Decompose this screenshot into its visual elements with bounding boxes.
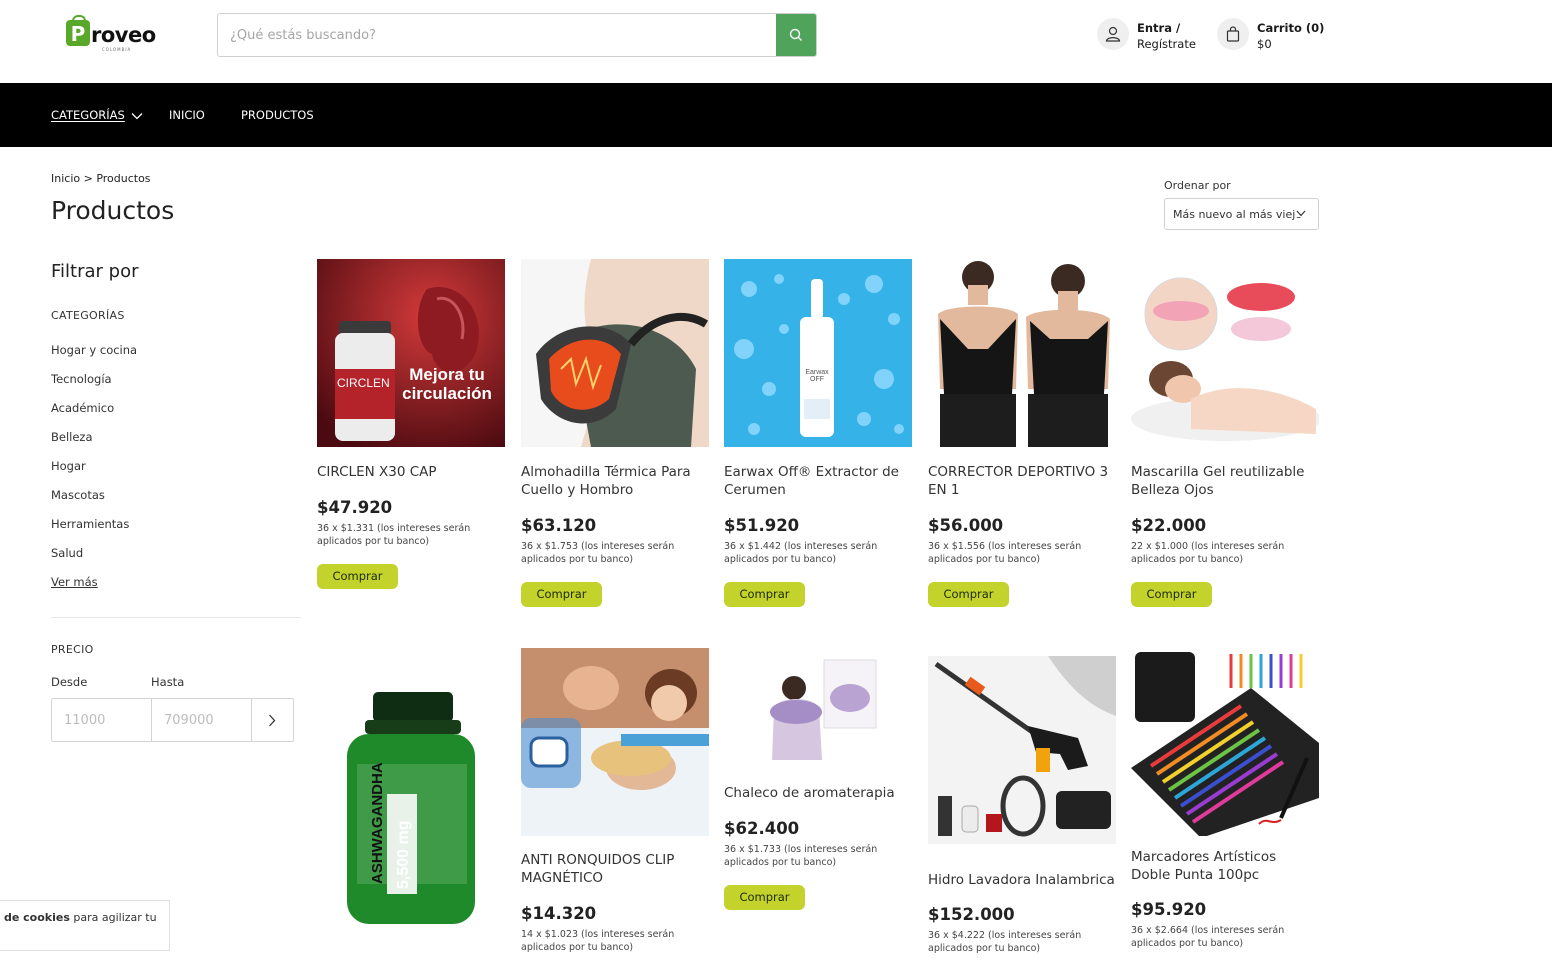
sort-select[interactable]: Más nuevo al más viejo [1164,198,1319,230]
category-item[interactable]: Hogar [51,459,137,488]
buy-button[interactable]: Comprar [521,582,602,607]
account-register-label: Regístrate [1137,37,1196,51]
buy-button[interactable]: Comprar [928,582,1009,607]
category-item[interactable]: Académico [51,401,137,430]
product-installments: 36 x $1.733 (los intereses serán aplicad… [724,844,878,868]
price-max-input[interactable] [152,699,252,741]
cookie-text: para agilizar tu [69,911,157,924]
main-nav: CATEGORÍAS INICIO PRODUCTOS [0,83,1552,147]
product-name[interactable]: ANTI RONQUIDOS CLIP MAGNÉTICO [521,851,709,887]
product-price: $51.920 [724,516,800,535]
price-range [51,698,294,742]
buy-button[interactable]: Comprar [724,885,805,910]
product-name[interactable]: CIRCLEN X30 CAP [317,463,505,481]
product-price: $152.000 [928,905,1015,924]
image-brand-text: CIRCLEN [337,376,390,390]
buy-button[interactable]: Comprar [317,564,398,589]
product-image[interactable]: Earwax OFF [724,259,912,447]
category-item[interactable]: Mascotas [51,488,137,517]
product-price: $63.120 [521,516,597,535]
sort-selected-value: Más nuevo al más viejo [1173,208,1303,221]
product-installments: 36 x $1.753 (los intereses serán aplicad… [521,541,675,565]
nav-categories[interactable]: CATEGORÍAS [51,108,143,122]
product-image[interactable]: ASHWAGANDHA 5,500 mg [317,684,505,932]
page-title: Productos [51,196,175,225]
shopping-bag-icon [1217,18,1249,50]
category-item[interactable]: Tecnología [51,372,137,401]
site-header: P roveo COLOMBIA Entra / Regístrate [0,0,1552,83]
price-heading: PRECIO [51,643,94,656]
see-more-link[interactable]: Ver más [51,575,137,604]
product-price: $95.920 [1131,900,1207,919]
product-name[interactable]: Mascarilla Gel reutilizable Belleza Ojos [1131,463,1319,499]
product-image[interactable] [724,648,912,768]
product-name[interactable]: Earwax Off® Extractor de Cerumen [724,463,912,499]
chevron-down-icon [131,112,143,119]
nav-categories-label: CATEGORÍAS [51,108,125,122]
sidebar-divider [51,617,301,618]
product-price: $47.920 [317,498,393,517]
logo[interactable]: P roveo COLOMBIA [66,15,158,54]
image-dose-text: 5,500 mg [395,820,412,889]
product-price: $62.400 [724,819,800,838]
image-headline-text: Mejora tu circulación [402,365,492,403]
product-image[interactable] [928,259,1116,447]
search-button[interactable] [776,14,816,56]
breadcrumb[interactable]: Inicio > Productos [51,172,151,185]
product-installments: 22 x $1.000 (los intereses serán aplicad… [1131,541,1285,565]
product-image[interactable] [1131,259,1319,447]
user-icon [1097,18,1129,50]
account-login-label: Entra / [1137,21,1181,35]
cart-count-label: Carrito (0) [1257,21,1325,35]
logo-subtitle: COLOMBIA [102,47,132,52]
sort-label: Ordenar por [1164,179,1231,192]
chevron-right-icon [269,714,276,726]
product-installments: 36 x $1.556 (los intereses serán aplicad… [928,541,1082,565]
filter-title: Filtrar por [51,261,139,282]
nav-products[interactable]: PRODUCTOS [241,108,314,122]
category-item[interactable]: Salud [51,546,137,575]
product-image[interactable] [1131,648,1319,836]
product-name[interactable]: Almohadilla Térmica Para Cuello y Hombro [521,463,709,499]
logo-bag-icon: P [66,15,90,46]
search-icon [789,28,802,41]
product-price: $22.000 [1131,516,1207,535]
product-name[interactable]: CORRECTOR DEPORTIVO 3 EN 1 [928,463,1116,499]
image-brand-text: Earwax OFF [805,369,829,383]
price-min-input[interactable] [52,699,152,741]
product-name[interactable]: Hidro Lavadora Inalambrica [928,871,1116,889]
product-installments: 14 x $1.023 (los intereses serán aplicad… [521,929,675,953]
product-image[interactable] [521,648,709,836]
nav-home[interactable]: INICIO [169,108,205,122]
product-installments: 36 x $1.331 (los intereses serán aplicad… [317,523,471,547]
product-image[interactable]: CIRCLEN Mejora tu circulación [317,259,505,447]
category-item[interactable]: Belleza [51,430,137,459]
product-price: $56.000 [928,516,1004,535]
buy-button[interactable]: Comprar [1131,582,1212,607]
cart-total-label: $0 [1257,37,1272,51]
product-image[interactable] [521,259,709,447]
category-item[interactable]: Herramientas [51,517,137,546]
cookie-banner: de cookies para agilizar tu [0,900,170,951]
search-bar [217,13,817,57]
category-list: Hogar y cocina Tecnología Académico Bell… [51,343,137,604]
chevron-down-icon [1296,210,1306,217]
category-item[interactable]: Hogar y cocina [51,343,137,372]
product-installments: 36 x $4.222 (los intereses serán aplicad… [928,930,1082,954]
categories-heading: CATEGORÍAS [51,309,125,322]
product-price: $14.320 [521,904,597,923]
search-input[interactable] [218,14,778,56]
product-image[interactable] [928,656,1116,844]
price-from-label: Desde [51,675,88,689]
product-installments: 36 x $1.442 (los intereses serán aplicad… [724,541,878,565]
price-to-label: Hasta [151,675,185,689]
image-product-text: ASHWAGANDHA [369,762,386,884]
price-apply-button[interactable] [251,699,293,741]
product-name[interactable]: Chaleco de aromaterapia [724,784,912,802]
logo-wordmark: roveo [91,23,156,47]
product-name[interactable]: Marcadores Artísticos Doble Punta 100pc [1131,848,1319,884]
product-installments: 36 x $2.664 (los intereses serán aplicad… [1131,925,1285,949]
cookie-bold-text: de cookies [4,911,70,924]
buy-button[interactable]: Comprar [724,582,805,607]
